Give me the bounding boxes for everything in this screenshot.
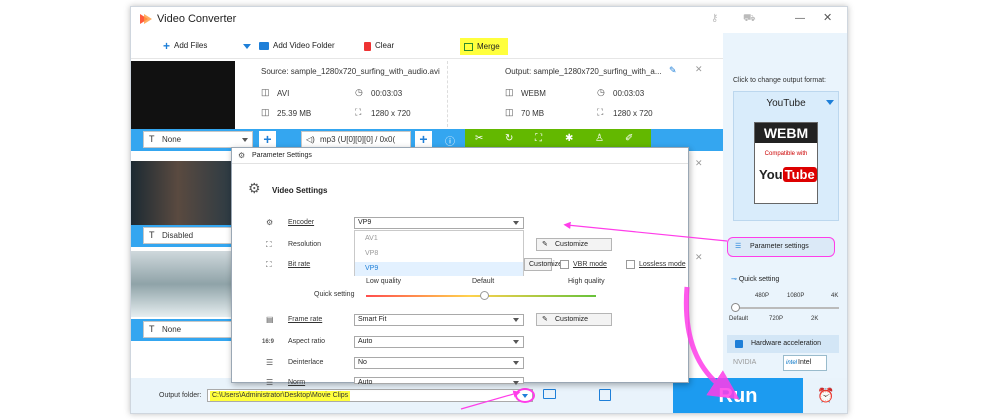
app-window: Video Converter ⚷ ⛟ — ✕ + Add Files Add …: [130, 6, 848, 414]
arrow-to-path-dropdown: [460, 390, 521, 410]
annotation-arrows: [460, 221, 740, 410]
arrow-to-encoder: [563, 221, 728, 242]
arrow-to-run: [683, 286, 740, 400]
